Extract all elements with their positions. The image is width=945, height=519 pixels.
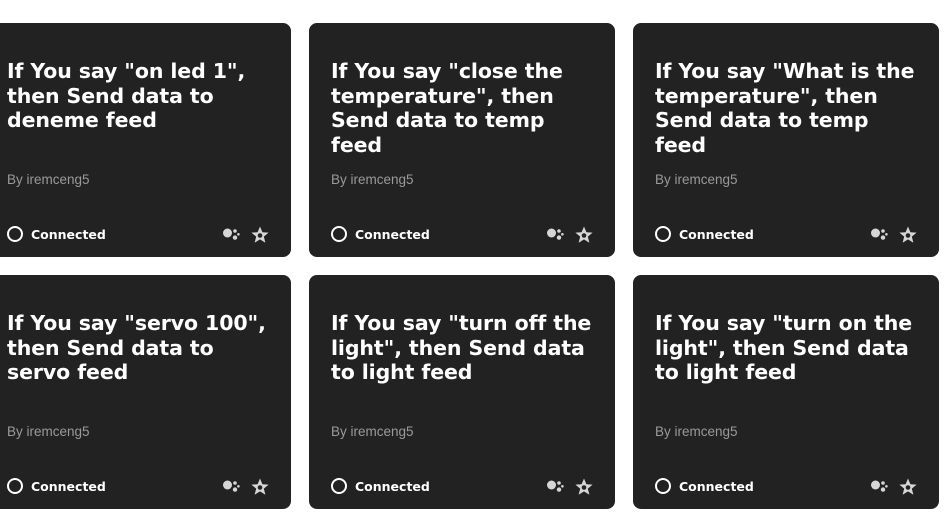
- applet-author: By iremceng5: [331, 172, 414, 187]
- adafruit-star-icon: [575, 226, 593, 243]
- applet-card[interactable]: If You say "turn on the light", then Sen…: [633, 275, 939, 509]
- adafruit-star-icon: [251, 226, 269, 243]
- google-assistant-icon: [223, 480, 240, 492]
- connection-status: Connected: [7, 478, 106, 494]
- adafruit-star-icon: [575, 478, 593, 495]
- adafruit-star-icon: [899, 478, 917, 495]
- status-label: Connected: [31, 478, 106, 494]
- connected-ring-icon: [7, 226, 23, 242]
- service-icons: [869, 225, 918, 245]
- applet-author: By iremceng5: [7, 424, 90, 439]
- connected-ring-icon: [655, 226, 671, 242]
- google-assistant-icon: [547, 480, 564, 492]
- applet-grid: If You say "on led 1", then Send data to…: [0, 0, 945, 519]
- connection-status: Connected: [655, 478, 754, 494]
- applet-title: If You say "turn on the light", then Sen…: [655, 311, 913, 384]
- applet-card[interactable]: If You say "turn off the light", then Se…: [309, 275, 615, 509]
- connection-status: Connected: [331, 478, 430, 494]
- status-label: Connected: [355, 226, 430, 242]
- google-assistant-icon: [871, 480, 888, 492]
- status-label: Connected: [679, 478, 754, 494]
- service-icons: [545, 225, 594, 245]
- adafruit-star-icon: [899, 226, 917, 243]
- service-icons: [545, 477, 594, 497]
- applet-card[interactable]: If You say "What is the temperature", th…: [633, 23, 939, 257]
- connected-ring-icon: [331, 478, 347, 494]
- service-icons: [221, 225, 270, 245]
- connection-status: Connected: [655, 226, 754, 242]
- connection-status: Connected: [331, 226, 430, 242]
- applet-author: By iremceng5: [655, 424, 738, 439]
- status-label: Connected: [31, 226, 106, 242]
- applet-card[interactable]: If You say "servo 100", then Send data t…: [0, 275, 291, 509]
- google-assistant-icon: [871, 228, 888, 240]
- applet-author: By iremceng5: [7, 172, 90, 187]
- applet-author: By iremceng5: [331, 424, 414, 439]
- connected-ring-icon: [655, 478, 671, 494]
- adafruit-star-icon: [251, 478, 269, 495]
- applet-title: If You say "servo 100", then Send data t…: [7, 311, 266, 384]
- applet-title: If You say "close the temperature", then…: [331, 59, 563, 157]
- applet-card[interactable]: If You say "close the temperature", then…: [309, 23, 615, 257]
- service-icons: [221, 477, 270, 497]
- applet-title: If You say "turn off the light", then Se…: [331, 311, 592, 384]
- connected-ring-icon: [331, 226, 347, 242]
- service-icons: [869, 477, 918, 497]
- google-assistant-icon: [223, 228, 240, 240]
- applet-author: By iremceng5: [655, 172, 738, 187]
- applet-title: If You say "on led 1", then Send data to…: [7, 59, 246, 132]
- google-assistant-icon: [547, 228, 564, 240]
- applet-card[interactable]: If You say "on led 1", then Send data to…: [0, 23, 291, 257]
- connection-status: Connected: [7, 226, 106, 242]
- applet-title: If You say "What is the temperature", th…: [655, 59, 915, 157]
- status-label: Connected: [679, 226, 754, 242]
- status-label: Connected: [355, 478, 430, 494]
- connected-ring-icon: [7, 478, 23, 494]
